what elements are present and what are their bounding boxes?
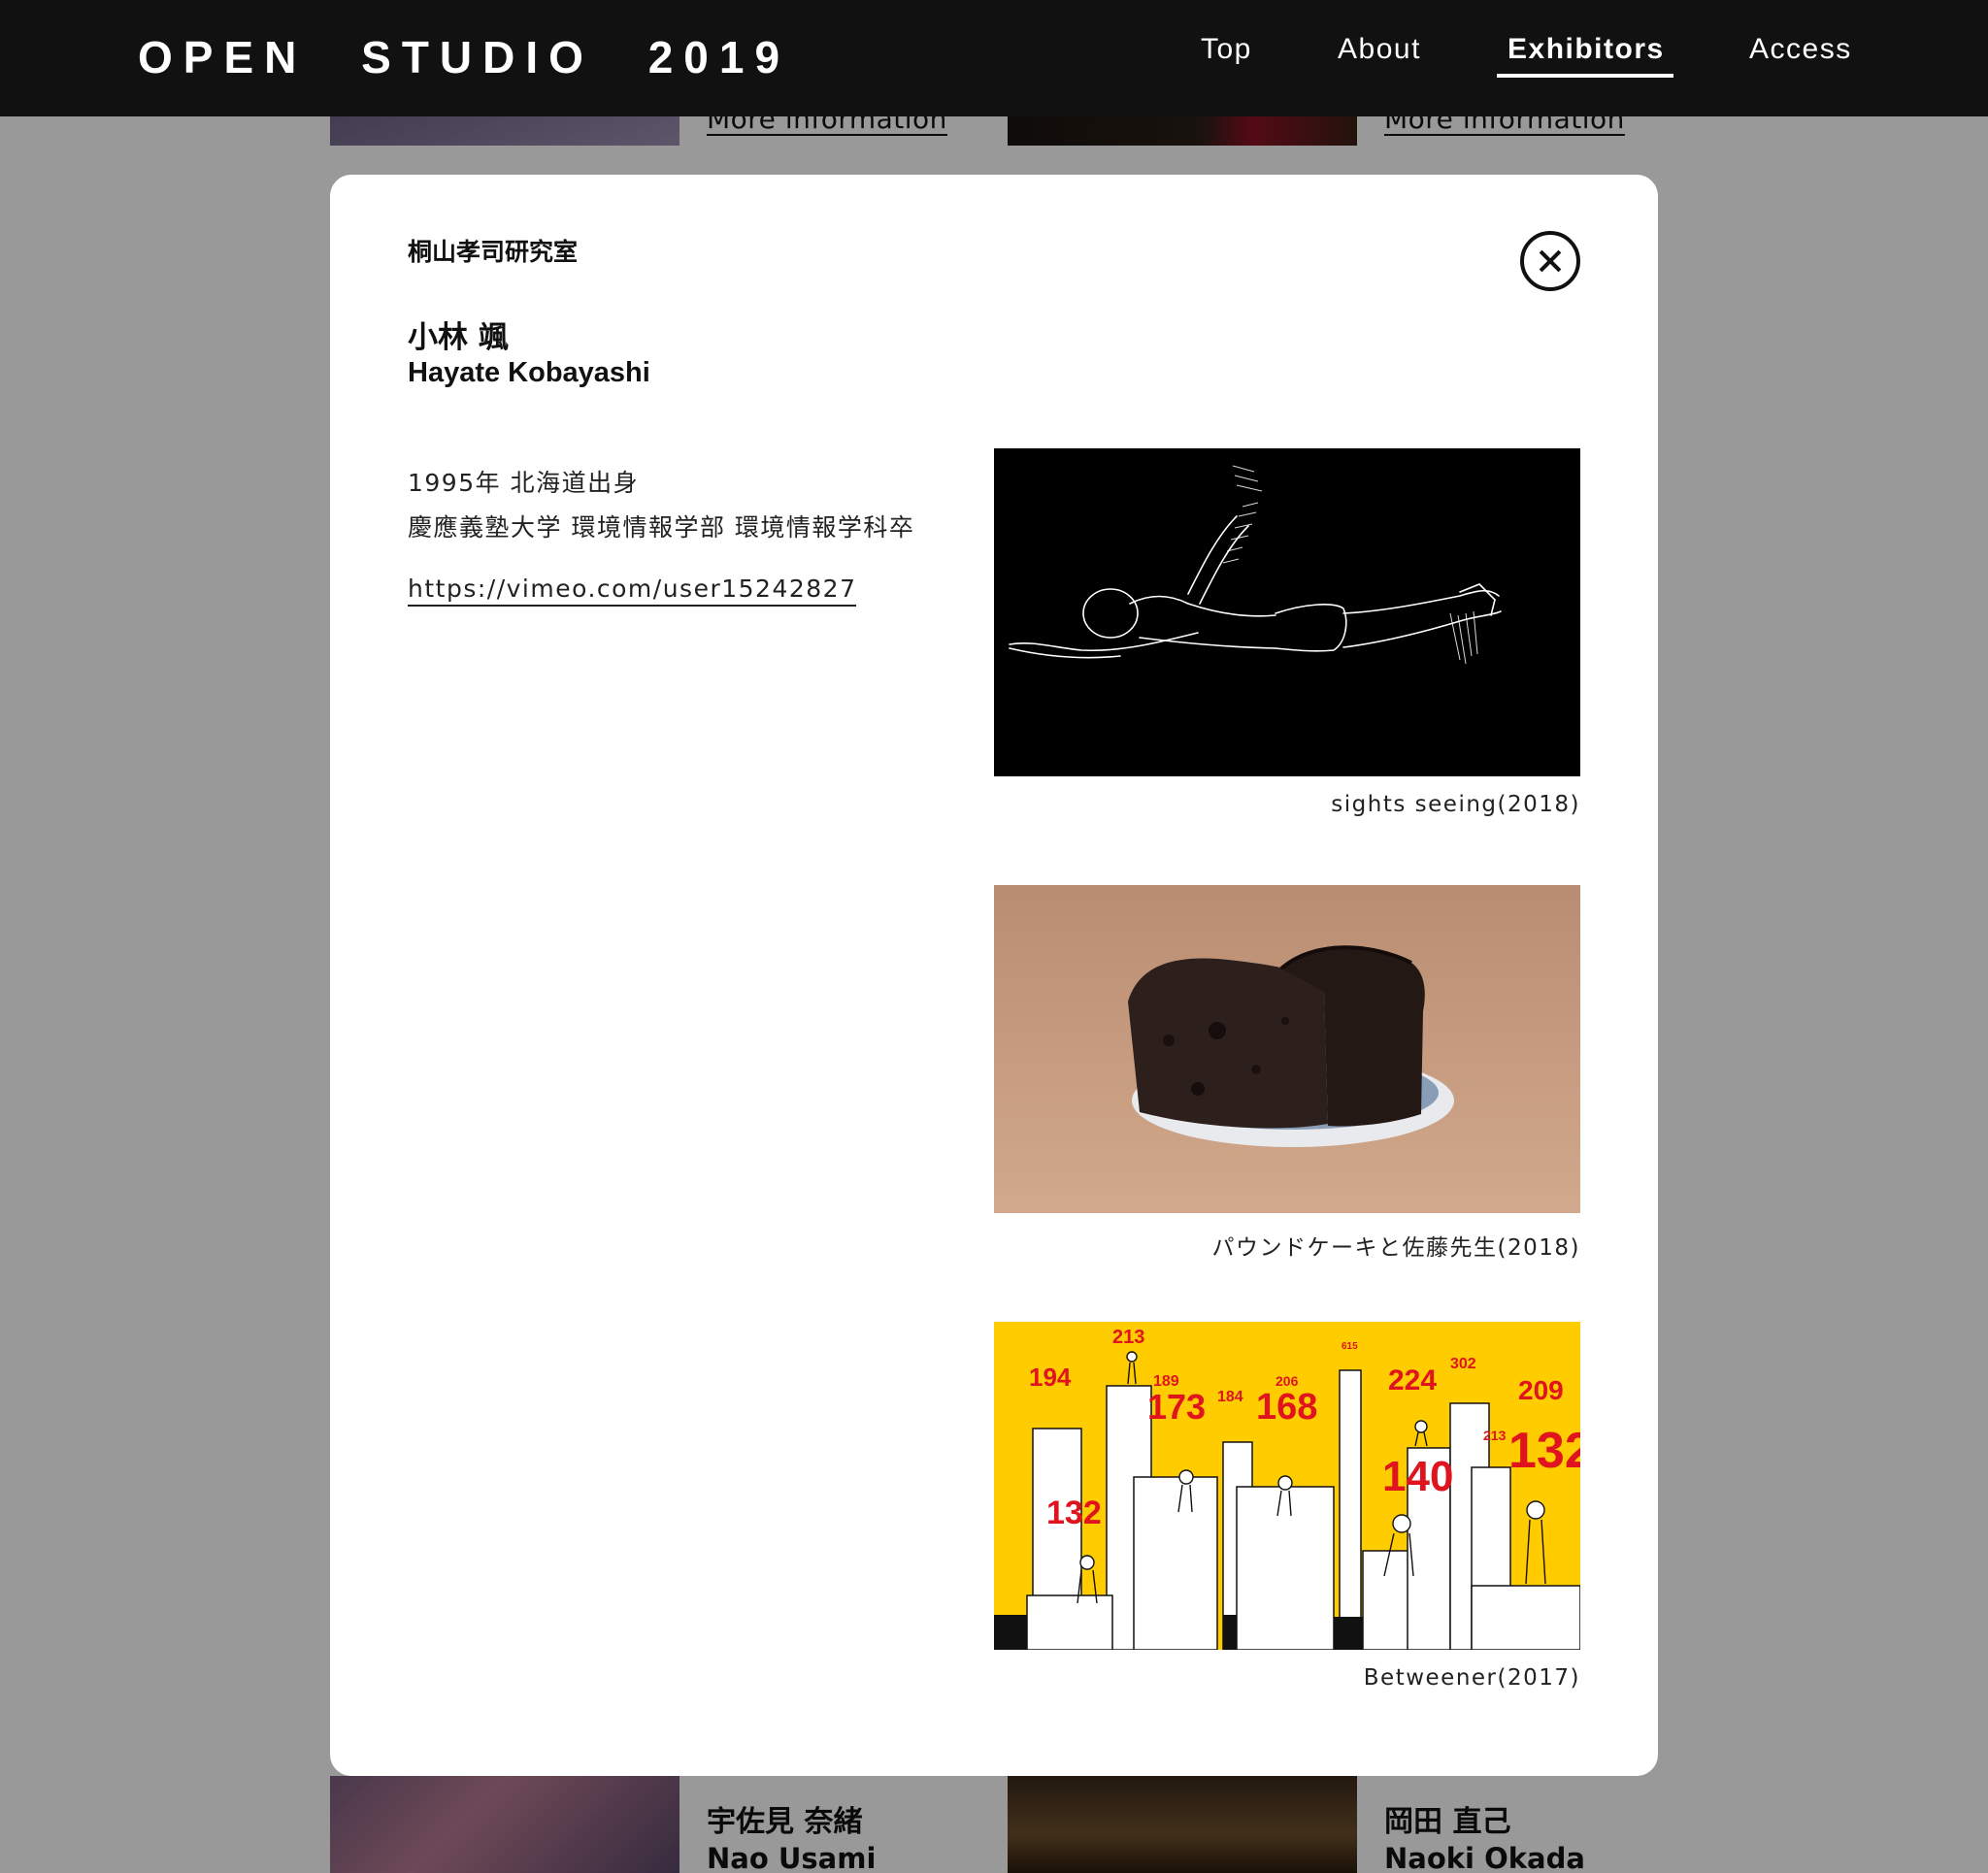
nav-access[interactable]: Access [1749,33,1852,66]
close-button[interactable] [1520,231,1580,291]
svg-text:184: 184 [1217,1389,1243,1405]
work-image-pound-cake[interactable] [994,885,1580,1213]
work-caption: Betweener(2017) [1363,1665,1580,1691]
profile-url-link[interactable]: https://vimeo.com/user15242827 [408,575,857,607]
svg-text:194: 194 [1029,1363,1072,1392]
exhibitor-name-en: Hayate Kobayashi [408,357,650,388]
nav-active-indicator [1497,74,1673,78]
nav-top[interactable]: Top [1201,33,1252,66]
svg-text:132: 132 [1508,1423,1580,1479]
bio-line: 1995年 北海道出身 [408,469,640,497]
swimmer-line-drawing [1009,465,1502,665]
main-nav: Top About Exhibitors Access [0,33,1988,91]
work-caption: パウンドケーキと佐藤先生(2018) [1211,1235,1580,1261]
nav-exhibitors[interactable]: Exhibitors [1508,33,1665,66]
svg-text:224: 224 [1388,1364,1437,1397]
svg-text:209: 209 [1518,1375,1564,1405]
site-header: OPEN STUDIO 2019 Top About Exhibitors Ac… [0,0,1988,116]
exhibitor-name-ja: 小林 颯 [408,320,509,355]
svg-text:615: 615 [1342,1341,1358,1352]
svg-text:206: 206 [1276,1373,1299,1389]
svg-text:168: 168 [1256,1387,1317,1428]
svg-text:302: 302 [1450,1356,1476,1372]
svg-text:213: 213 [1483,1428,1507,1443]
work-image-betweener[interactable]: 194 213 189 173 184 168 206 615 224 302 … [994,1322,1580,1650]
bio-line: 慶應義塾大学 環境情報学部 環境情報学科卒 [408,513,915,542]
nav-about[interactable]: About [1338,33,1421,66]
betweener-illustration: 194 213 189 173 184 168 206 615 224 302 … [994,1327,1580,1650]
svg-text:173: 173 [1147,1387,1206,1427]
work-image-sights-seeing[interactable] [994,448,1580,776]
svg-text:140: 140 [1382,1453,1453,1500]
svg-text:132: 132 [1046,1495,1102,1531]
exhibitor-detail-modal: 桐山孝司研究室 小林 颯 Hayate Kobayashi 1995年 北海道出… [330,175,1658,1776]
lab-name: 桐山孝司研究室 [408,238,579,266]
work-caption: sights seeing(2018) [1331,792,1580,817]
pound-cake-photo [1128,945,1454,1147]
svg-text:213: 213 [1112,1327,1144,1348]
